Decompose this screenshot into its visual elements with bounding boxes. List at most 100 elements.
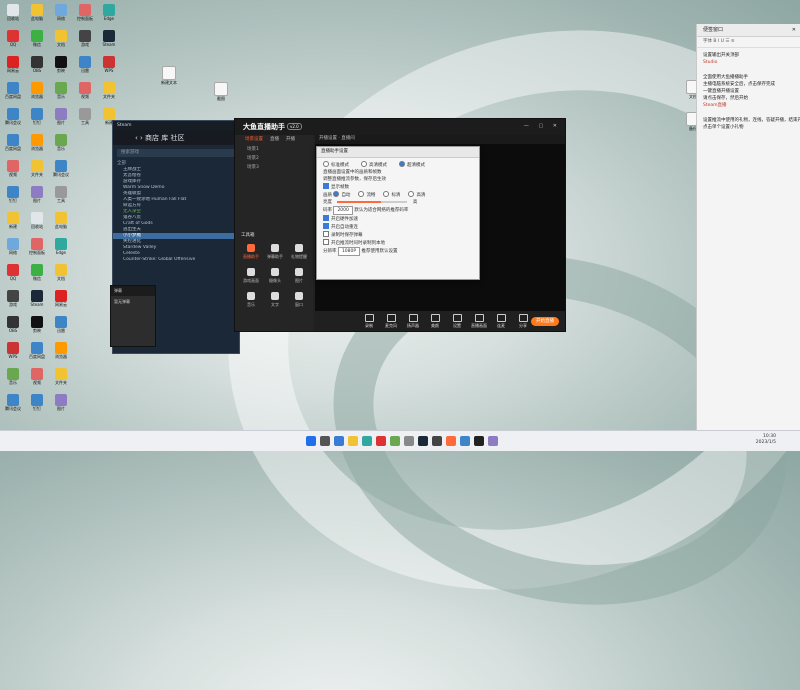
app-tab[interactable]: 场景设置 bbox=[245, 137, 263, 142]
tool-button[interactable]: 文字 bbox=[263, 289, 287, 313]
desktop-icon[interactable]: WPS bbox=[2, 342, 24, 366]
desktop-icon[interactable]: 剪映 bbox=[50, 56, 72, 80]
search-input[interactable]: 搜索游戏 bbox=[117, 149, 235, 157]
desktop-icon[interactable]: 视频 bbox=[26, 368, 48, 392]
desktop-icon[interactable]: 回收站 bbox=[26, 212, 48, 236]
desktop-icon[interactable]: 控制面板 bbox=[26, 238, 48, 262]
taskbar-app-icon[interactable] bbox=[474, 436, 484, 446]
desktop-icon[interactable]: 腾讯会议 bbox=[2, 394, 24, 418]
taskbar-app-icon[interactable] bbox=[306, 436, 316, 446]
tool-button[interactable]: 礼物提醒 bbox=[287, 241, 311, 265]
desktop-icon[interactable]: Steam bbox=[26, 290, 48, 314]
resolution-select[interactable]: 1080P bbox=[337, 247, 361, 256]
app-tab[interactable]: 直播 bbox=[270, 137, 279, 142]
taskbar-app-icon[interactable] bbox=[390, 436, 400, 446]
taskbar-app-icon[interactable] bbox=[348, 436, 358, 446]
toolbar-button[interactable]: 设置 bbox=[447, 314, 467, 329]
desktop-icon[interactable]: OBS bbox=[2, 316, 24, 340]
desktop-icon[interactable]: 钉钉 bbox=[26, 108, 48, 132]
tool-button[interactable]: 直播助手 bbox=[239, 241, 263, 265]
desktop-icon[interactable]: 浏览器 bbox=[26, 82, 48, 106]
toolbar-button[interactable]: 美颜 bbox=[425, 314, 445, 329]
desktop-icon[interactable]: 控制面板 bbox=[74, 4, 96, 28]
desktop-file-icon[interactable]: 新建文本 bbox=[158, 66, 180, 90]
mode-options[interactable]: 标准模式 高清模式 超清模式 bbox=[317, 158, 479, 169]
mode-radio[interactable] bbox=[399, 161, 405, 167]
desktop-icon[interactable]: 图片 bbox=[26, 186, 48, 210]
desktop-icon[interactable]: Steam bbox=[98, 30, 120, 54]
desktop-icon[interactable]: 网易云 bbox=[2, 56, 24, 80]
desktop-icon[interactable]: 腾讯会议 bbox=[2, 108, 24, 132]
desktop-icon[interactable]: 钉钉 bbox=[2, 186, 24, 210]
save-danmu-checkbox[interactable] bbox=[323, 231, 329, 237]
desktop-icon[interactable]: 文件夹 bbox=[98, 82, 120, 106]
scene-item[interactable]: 场景1 bbox=[235, 145, 313, 154]
main-tabs[interactable]: 开播设置 · 直播间 bbox=[315, 135, 565, 143]
hw-accel-checkbox[interactable] bbox=[323, 215, 329, 221]
desktop-icon[interactable]: 网易云 bbox=[50, 290, 72, 314]
taskbar-app-icon[interactable] bbox=[446, 436, 456, 446]
settings-dialog[interactable]: 直播助手设置 标准模式 高清模式 超清模式 直播画面设置中的画质和帧数 调整直播推流… bbox=[316, 146, 480, 280]
desktop-icon[interactable]: 游戏 bbox=[74, 30, 96, 54]
desktop-icon[interactable]: 工具 bbox=[74, 108, 96, 132]
desktop-icon[interactable]: 文件夹 bbox=[26, 160, 48, 184]
scene-item[interactable]: 场景3 bbox=[235, 163, 313, 172]
taskbar-app-icon[interactable] bbox=[460, 436, 470, 446]
quality-radio[interactable] bbox=[383, 191, 390, 197]
quality-radio[interactable] bbox=[358, 191, 365, 197]
toolbar-button[interactable]: 分享 bbox=[513, 314, 533, 329]
quality-radio[interactable] bbox=[333, 191, 340, 197]
taskbar-app-icon[interactable] bbox=[432, 436, 442, 446]
desktop-icon[interactable]: Edge bbox=[98, 4, 120, 28]
option-row[interactable]: 开启推流时同时录制到本地 bbox=[317, 239, 479, 247]
show-fps-row[interactable]: 显示帧数 bbox=[317, 183, 479, 191]
reconnect-checkbox[interactable] bbox=[323, 223, 329, 229]
desktop-icon[interactable]: 钉钉 bbox=[26, 394, 48, 418]
desktop-icon[interactable]: 文档 bbox=[50, 30, 72, 54]
desktop-icon[interactable]: 文件夹 bbox=[50, 368, 72, 392]
desktop-icon[interactable]: 视频 bbox=[74, 82, 96, 106]
desktop-icon[interactable]: 网络 bbox=[2, 238, 24, 262]
notes-titlebar[interactable]: 便签窗口 ✕ bbox=[697, 24, 800, 37]
taskbar-app-icon[interactable] bbox=[362, 436, 372, 446]
desktop-icon[interactable]: 百度网盘 bbox=[2, 134, 24, 158]
toolbar-button[interactable]: 麦克风 bbox=[381, 314, 401, 329]
tool-button[interactable]: 弹幕助手 bbox=[263, 241, 287, 265]
show-fps-checkbox[interactable] bbox=[323, 183, 329, 189]
game-list-item[interactable]: Counter-Strike: Global Offensive bbox=[113, 257, 239, 263]
toolbar-button[interactable]: 扬声器 bbox=[403, 314, 423, 329]
tool-button[interactable]: 窗口 bbox=[287, 289, 311, 313]
option-row[interactable]: 开启硬件加速 bbox=[317, 215, 479, 223]
desktop-icon[interactable]: WPS bbox=[98, 56, 120, 80]
steam-nav[interactable]: ‹ › 商店 库 社区 bbox=[113, 131, 239, 145]
desktop-icon[interactable]: 微信 bbox=[26, 264, 48, 288]
danmu-window[interactable]: 弹幕 暂无弹幕 bbox=[110, 285, 156, 347]
taskbar-app-icon[interactable] bbox=[334, 436, 344, 446]
app-tabs[interactable]: 场景设置 直播 开播 bbox=[235, 135, 313, 145]
notes-body[interactable]: 设置输出开关顶部 Studio 全面使用大鱼播播助手 主播电脑系统安全后，点击保存完成… bbox=[697, 48, 800, 131]
desktop-icon[interactable]: 微信 bbox=[26, 30, 48, 54]
desktop-icon[interactable]: 文档 bbox=[50, 264, 72, 288]
option-row[interactable]: 开启自动重连 bbox=[317, 223, 479, 231]
desktop-icon[interactable]: 网络 bbox=[50, 4, 72, 28]
taskbar-app-icon[interactable] bbox=[418, 436, 428, 446]
tool-button[interactable]: 音乐 bbox=[239, 289, 263, 313]
tool-button[interactable]: 游戏画面 bbox=[239, 265, 263, 289]
desktop-icon[interactable]: 新建 bbox=[2, 212, 24, 236]
taskbar-app-icon[interactable] bbox=[320, 436, 330, 446]
desktop-icon[interactable]: Edge bbox=[50, 238, 72, 262]
desktop-icon[interactable]: 此电脑 bbox=[50, 212, 72, 236]
desktop-icon[interactable]: 图片 bbox=[50, 108, 72, 132]
tool-button[interactable]: 摄像头 bbox=[263, 265, 287, 289]
desktop-icon[interactable]: 百度网盘 bbox=[26, 342, 48, 366]
tool-button[interactable]: 图片 bbox=[287, 265, 311, 289]
desktop-icon[interactable]: 音乐 bbox=[50, 134, 72, 158]
desktop-icon[interactable]: 回收站 bbox=[2, 4, 24, 28]
taskbar-app-icon[interactable] bbox=[488, 436, 498, 446]
toolbar-button[interactable]: 录制 bbox=[359, 314, 379, 329]
desktop-icon[interactable]: 音乐 bbox=[2, 368, 24, 392]
desktop-icon[interactable]: 百度网盘 bbox=[2, 82, 24, 106]
close-icon[interactable]: ✕ bbox=[792, 24, 796, 36]
toolbar-button[interactable]: 连麦 bbox=[491, 314, 511, 329]
desktop-icon[interactable]: 此电脑 bbox=[26, 4, 48, 28]
